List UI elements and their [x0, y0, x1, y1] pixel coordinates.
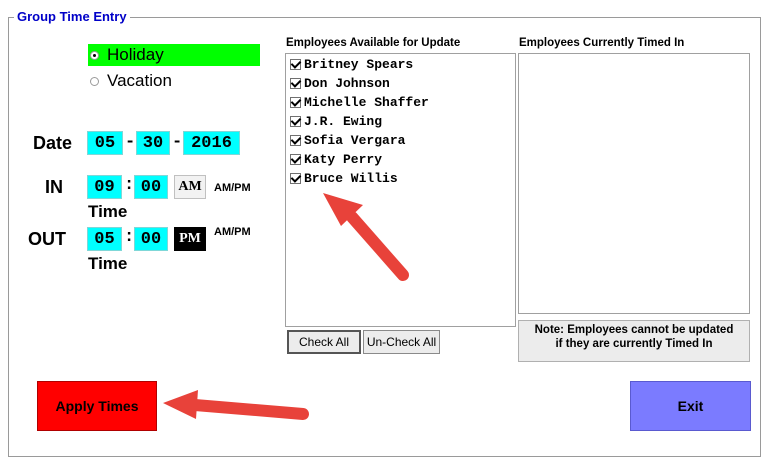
- arrow-to-apply-icon: [163, 390, 309, 420]
- annotation-arrows: [163, 193, 409, 420]
- arrow-to-list-icon: [323, 193, 409, 281]
